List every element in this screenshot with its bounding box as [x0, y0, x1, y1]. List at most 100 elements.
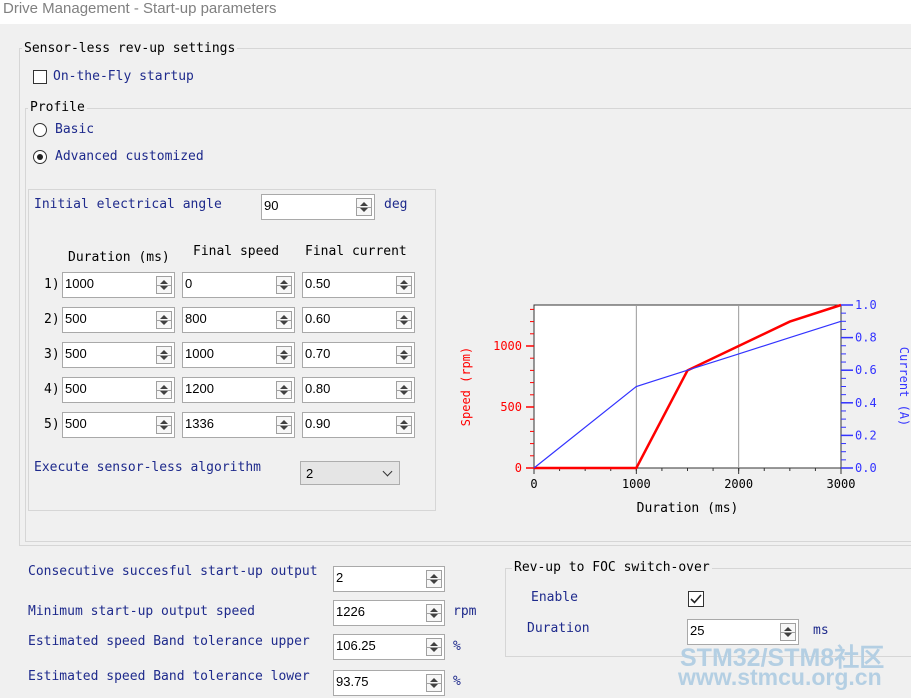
- row-5-duration-input[interactable]: [65, 416, 145, 431]
- enable-checkbox[interactable]: [688, 591, 704, 607]
- profile-title: Profile: [28, 100, 87, 115]
- min-speed-spinbox[interactable]: [333, 600, 445, 626]
- window-title: Drive Management - Start-up parameters: [0, 0, 911, 24]
- spin-arrows-icon[interactable]: [426, 570, 442, 588]
- spin-arrows-icon[interactable]: [276, 276, 292, 294]
- execute-select-value: 2: [306, 466, 314, 481]
- band-upper-label: Estimated speed Band tolerance upper: [28, 634, 310, 649]
- row-5-current-input[interactable]: [305, 416, 385, 431]
- switchover-duration-unit: ms: [813, 623, 829, 638]
- y-right-tick-label: 0.0: [855, 461, 877, 475]
- consecutive-input[interactable]: [336, 570, 416, 585]
- x-tick-label: 0: [530, 477, 537, 491]
- spin-arrows-icon[interactable]: [396, 416, 412, 434]
- initial-angle-label: Initial electrical angle: [34, 197, 222, 212]
- x-tick-label: 3000: [827, 477, 856, 491]
- initial-angle-spinbox[interactable]: [261, 194, 375, 220]
- spin-arrows-icon[interactable]: [426, 638, 442, 656]
- row-1-duration-input[interactable]: [65, 276, 145, 291]
- row-3-speed-spinbox[interactable]: [182, 342, 295, 368]
- row-1-current-input[interactable]: [305, 276, 385, 291]
- spin-arrows-icon[interactable]: [276, 381, 292, 399]
- switchover-duration-label: Duration: [527, 621, 590, 636]
- header-duration: Duration (ms): [68, 250, 170, 265]
- spin-arrows-icon[interactable]: [396, 346, 412, 364]
- spin-arrows-icon[interactable]: [426, 604, 442, 622]
- spin-arrows-icon[interactable]: [276, 311, 292, 329]
- row-3-duration-input[interactable]: [65, 346, 145, 361]
- row-2-speed-input[interactable]: [185, 311, 265, 326]
- row-index-label: 1): [44, 277, 60, 292]
- advanced-customized-label[interactable]: Advanced customized: [55, 149, 204, 164]
- spin-arrows-icon[interactable]: [396, 311, 412, 329]
- basic-radio-label[interactable]: Basic: [55, 122, 94, 137]
- row-3-speed-input[interactable]: [185, 346, 265, 361]
- execute-label: Execute sensor-less algorithm: [34, 460, 261, 475]
- spin-arrows-icon[interactable]: [396, 276, 412, 294]
- row-4-duration-input[interactable]: [65, 381, 145, 396]
- band-upper-spinbox[interactable]: [333, 634, 445, 660]
- row-2-duration-input[interactable]: [65, 311, 145, 326]
- band-lower-input[interactable]: [336, 674, 416, 689]
- check-icon: [690, 594, 702, 604]
- y-left-tick-label: 1000: [493, 339, 522, 353]
- enable-label: Enable: [531, 590, 578, 605]
- switchover-title: Rev-up to FOC switch-over: [512, 560, 712, 575]
- spin-arrows-icon[interactable]: [356, 198, 372, 216]
- min-speed-input[interactable]: [336, 604, 416, 619]
- row-5-speed-spinbox[interactable]: [182, 412, 295, 438]
- min-speed-unit: rpm: [453, 604, 477, 619]
- row-index-label: 5): [44, 417, 60, 432]
- basic-radio[interactable]: [33, 123, 47, 137]
- row-4-current-input[interactable]: [305, 381, 385, 396]
- row-1-speed-input[interactable]: [185, 276, 265, 291]
- row-4-current-spinbox[interactable]: [302, 377, 415, 403]
- spin-arrows-icon[interactable]: [156, 276, 172, 294]
- row-1-speed-spinbox[interactable]: [182, 272, 295, 298]
- y-right-tick-label: 0.2: [855, 428, 877, 442]
- on-the-fly-checkbox[interactable]: [33, 70, 47, 84]
- row-2-duration-spinbox[interactable]: [62, 307, 175, 333]
- row-1-current-spinbox[interactable]: [302, 272, 415, 298]
- switchover-duration-input[interactable]: [690, 623, 770, 638]
- initial-angle-input[interactable]: [264, 198, 344, 213]
- row-3-current-input[interactable]: [305, 346, 385, 361]
- consecutive-spinbox[interactable]: [333, 566, 445, 592]
- y-right-tick-label: 0.4: [855, 396, 877, 410]
- row-3-duration-spinbox[interactable]: [62, 342, 175, 368]
- row-2-current-input[interactable]: [305, 311, 385, 326]
- row-2-speed-spinbox[interactable]: [182, 307, 295, 333]
- advanced-customized-radio[interactable]: [33, 150, 47, 164]
- y-right-tick-label: 0.8: [855, 331, 877, 345]
- band-lower-spinbox[interactable]: [333, 670, 445, 696]
- radio-selected-dot: [37, 154, 43, 160]
- spin-arrows-icon[interactable]: [276, 346, 292, 364]
- y-right-tick-label: 0.6: [855, 363, 877, 377]
- row-index-label: 2): [44, 312, 60, 327]
- row-5-current-spinbox[interactable]: [302, 412, 415, 438]
- row-index-label: 3): [44, 347, 60, 362]
- row-5-speed-input[interactable]: [185, 416, 265, 431]
- row-index-label: 4): [44, 382, 60, 397]
- spin-arrows-icon[interactable]: [396, 381, 412, 399]
- spin-arrows-icon[interactable]: [156, 416, 172, 434]
- row-2-current-spinbox[interactable]: [302, 307, 415, 333]
- band-upper-input[interactable]: [336, 638, 416, 653]
- row-3-current-spinbox[interactable]: [302, 342, 415, 368]
- row-1-duration-spinbox[interactable]: [62, 272, 175, 298]
- spin-arrows-icon[interactable]: [276, 416, 292, 434]
- row-4-speed-input[interactable]: [185, 381, 265, 396]
- x-tick-label: 2000: [724, 477, 753, 491]
- row-4-speed-spinbox[interactable]: [182, 377, 295, 403]
- row-4-duration-spinbox[interactable]: [62, 377, 175, 403]
- spin-arrows-icon[interactable]: [156, 381, 172, 399]
- execute-select[interactable]: 2: [300, 461, 400, 485]
- spin-arrows-icon[interactable]: [156, 311, 172, 329]
- band-lower-unit: %: [453, 674, 461, 689]
- spin-arrows-icon[interactable]: [426, 674, 442, 692]
- y-left-axis-label: Speed (rpm): [459, 347, 473, 426]
- header-final-speed: Final speed: [193, 244, 280, 259]
- row-5-duration-spinbox[interactable]: [62, 412, 175, 438]
- spin-arrows-icon[interactable]: [156, 346, 172, 364]
- on-the-fly-label[interactable]: On-the-Fly startup: [53, 69, 194, 84]
